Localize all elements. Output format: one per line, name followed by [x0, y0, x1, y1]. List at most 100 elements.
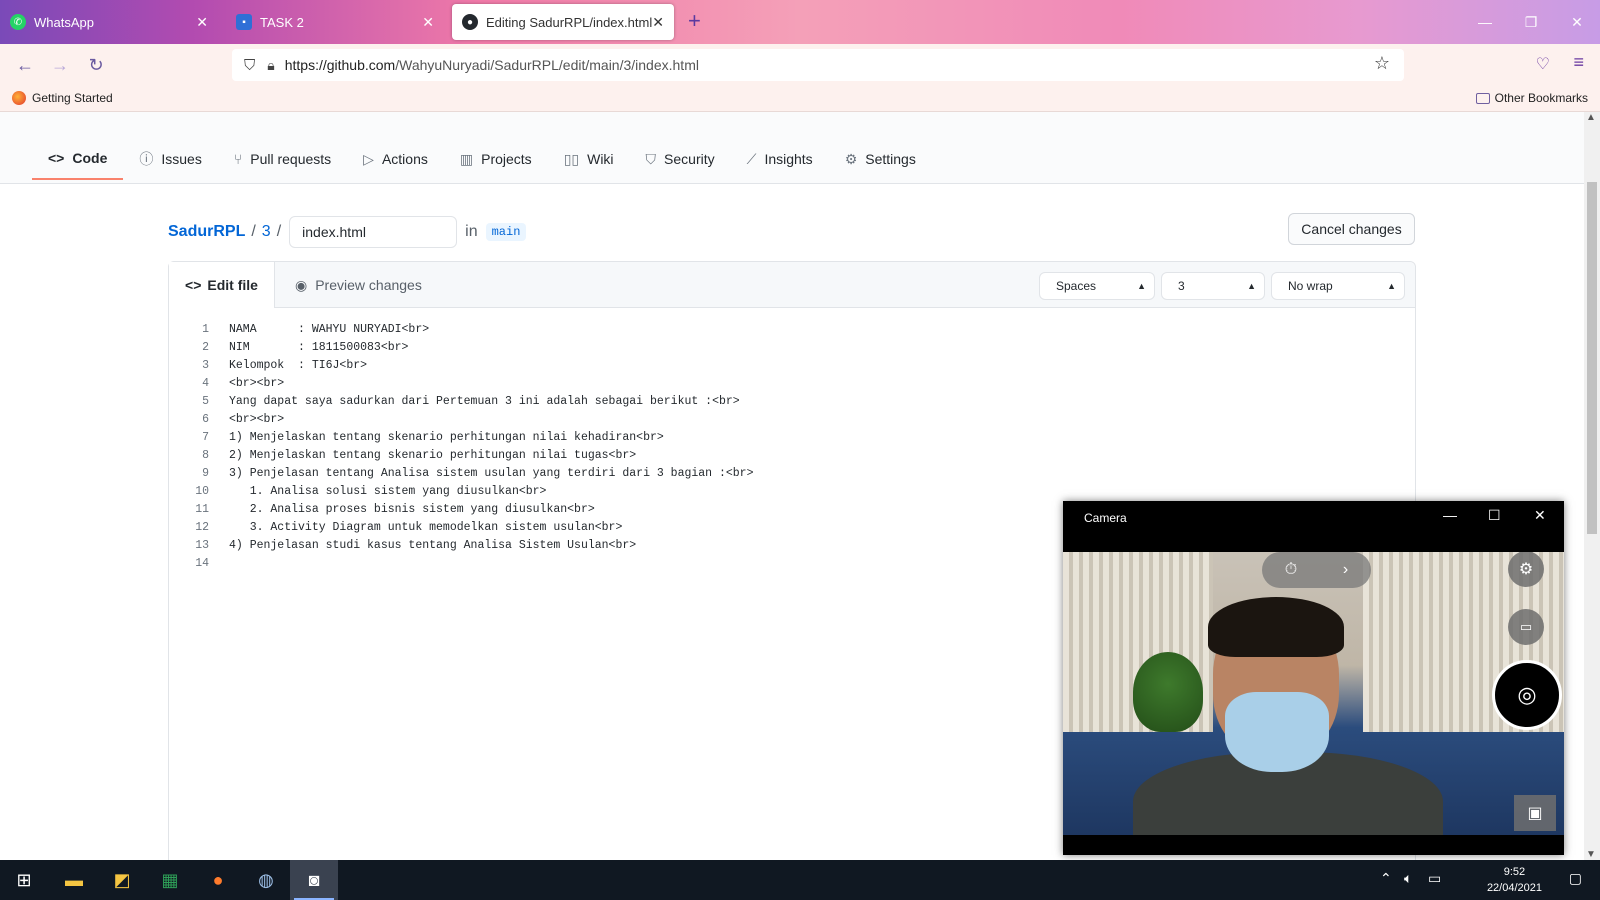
close-icon[interactable]: ✕ [652, 14, 664, 31]
camera-app-icon[interactable]: ◙ [290, 860, 338, 900]
minimize-icon[interactable]: — [1443, 507, 1457, 523]
code-line[interactable]: 4 <br><br> [169, 374, 754, 392]
settings-icon[interactable]: ⚙ [1508, 552, 1544, 587]
tab-task2[interactable]: ▪ TASK 2 ✕ [226, 4, 444, 40]
timer-icon[interactable]: ⏱ [1285, 561, 1297, 579]
bookmark-getting-started[interactable]: Getting Started [12, 91, 113, 105]
code-line[interactable]: 10 1. Analisa solusi sistem yang diusulk… [169, 482, 754, 500]
code-icon: <> [185, 277, 202, 293]
nav-label: Issues [161, 151, 202, 167]
select-arrows-icon: ▲ [1247, 281, 1256, 291]
new-tab-button[interactable]: + [688, 8, 701, 34]
bookmark-other[interactable]: Other Bookmarks [1475, 91, 1588, 105]
nav-label: Insights [764, 151, 813, 167]
code-line[interactable]: 2 NIM : 1811500083<br> [169, 338, 754, 356]
tab-security[interactable]: ⛉ Security [630, 138, 731, 180]
minimize-icon[interactable]: — [1462, 0, 1508, 44]
close-icon[interactable]: ✕ [422, 14, 434, 31]
pocket-icon[interactable]: ♡ [1536, 54, 1550, 74]
indent-mode-select[interactable]: Spaces ▲ [1039, 272, 1155, 300]
code-line[interactable]: 13 4) Penjelasan studi kasus tentang Anal… [169, 536, 754, 554]
tab-github-editing[interactable]: ● Editing SadurRPL/index.html at ✕ [452, 4, 674, 40]
timer-control[interactable]: ⏱ › [1262, 552, 1371, 588]
restore-icon[interactable]: ❐ [1508, 0, 1554, 44]
code-line[interactable]: 11 2. Analisa proses bisnis sistem yang … [169, 500, 754, 518]
code-line[interactable]: 1 NAMA : WAHYU NURYADI<br> [169, 320, 754, 338]
repo-link[interactable]: SadurRPL [168, 223, 245, 241]
github-icon: ● [462, 14, 478, 30]
select-value: No wrap [1288, 279, 1333, 293]
code-line[interactable]: 6 <br><br> [169, 410, 754, 428]
tab-insights[interactable]: ⟋ Insights [731, 138, 829, 180]
take-photo-button[interactable]: ◎ [1492, 660, 1562, 730]
forward-icon[interactable]: → [47, 52, 73, 78]
code-line[interactable]: 7 1) Menjelaskan tentang skenario perhitu… [169, 428, 754, 446]
code-line[interactable]: 5 Yang dapat saya sadurkan dari Pertemuan… [169, 392, 754, 410]
bookmark-star-icon[interactable]: ☆ [1374, 53, 1390, 74]
line-text: Kelompok : TI6J<br> [229, 358, 368, 372]
nav-label: Wiki [587, 151, 614, 167]
video-mode-icon[interactable]: ▭ [1508, 609, 1544, 645]
indent-size-select[interactable]: 3 ▲ [1161, 272, 1265, 300]
reload-icon[interactable]: ↻ [83, 52, 109, 78]
lock-icon[interactable]: 🔒︎ [267, 57, 274, 74]
code-line[interactable]: 12 3. Activity Diagram untuk memodelkan … [169, 518, 754, 536]
tab-wiki[interactable]: ▯▯ Wiki [548, 138, 630, 180]
scroll-thumb[interactable] [1587, 182, 1597, 534]
close-icon[interactable]: ✕ [196, 14, 208, 31]
code-area[interactable]: 1 NAMA : WAHYU NURYADI<br> 2 NIM : 18115000… [169, 320, 754, 572]
nav-label: Security [664, 151, 715, 167]
system-clock[interactable]: 9:52 22/04/2021 [1487, 864, 1542, 896]
network-icon[interactable]: ▭ [1428, 870, 1441, 887]
code-line[interactable]: 14 [169, 554, 754, 572]
menu-icon[interactable]: ≡ [1573, 52, 1584, 73]
line-number: 13 [195, 538, 209, 552]
chevron-right-icon[interactable]: › [1343, 561, 1348, 579]
close-window-icon[interactable]: ✕ [1554, 0, 1600, 44]
tab-edit-file[interactable]: <> Edit file [169, 262, 275, 308]
bookmark-label: Other Bookmarks [1494, 91, 1588, 105]
tab-label: WhatsApp [34, 14, 94, 30]
filename-input[interactable]: index.html [289, 216, 458, 248]
scroll-down-icon[interactable]: ▼ [1586, 849, 1596, 860]
tab-projects[interactable]: ▥ Projects [444, 138, 548, 180]
gallery-icon[interactable]: ▣ [1514, 795, 1556, 831]
editor-header: <> Edit file ◉ Preview changes Spaces ▲ 3 ▲ … [169, 262, 1415, 308]
tab-whatsapp[interactable]: ✆ WhatsApp ✕ [0, 4, 218, 40]
url-text[interactable]: https://github.com/WahyuNuryadi/SadurRPL… [285, 57, 699, 73]
shield-icon[interactable]: ⛉ [244, 57, 255, 74]
wrap-mode-select[interactable]: No wrap ▲ [1271, 272, 1405, 300]
page-scrollbar[interactable]: ▲ ▼ [1584, 112, 1600, 860]
sticky-app-icon[interactable]: ◩ [98, 860, 146, 900]
tab-settings[interactable]: ⚙ Settings [829, 138, 932, 180]
app-icon[interactable]: ◍ [242, 860, 290, 900]
graph-icon: ⟋ [746, 150, 757, 167]
window-controls: — ❐ ✕ [1462, 0, 1600, 44]
cancel-changes-button[interactable]: Cancel changes [1288, 213, 1415, 245]
url-bar[interactable]: ⛉ 🔒︎ https://github.com/WahyuNuryadi/Sad… [232, 49, 1404, 81]
volume-icon[interactable]: 🔈︎ [1404, 870, 1412, 887]
code-line[interactable]: 3 Kelompok : TI6J<br> [169, 356, 754, 374]
excel-icon[interactable]: ▦ [146, 860, 194, 900]
line-text: NIM : 1811500083<br> [229, 340, 409, 354]
maximize-icon[interactable]: ☐ [1488, 507, 1501, 524]
tab-code[interactable]: <> Code [32, 138, 124, 180]
folder-link[interactable]: 3 [262, 223, 271, 241]
notifications-icon[interactable]: ▢ [1569, 870, 1582, 887]
firefox-icon[interactable]: ● [194, 860, 242, 900]
chevron-up-icon[interactable]: ⌃ [1380, 870, 1392, 887]
code-line[interactable]: 9 3) Penjelasan tentang Analisa sistem us… [169, 464, 753, 482]
line-number: 10 [195, 484, 209, 498]
tab-issues[interactable]: ⓘ Issues [123, 138, 217, 180]
scroll-up-icon[interactable]: ▲ [1586, 112, 1596, 123]
tab-pull-requests[interactable]: ⑂ Pull requests [218, 138, 347, 180]
windows-start-icon[interactable]: ⊞ [0, 860, 48, 900]
back-icon[interactable]: ← [12, 52, 38, 78]
code-line[interactable]: 8 2) Menjelaskan tentang skenario perhitu… [169, 446, 754, 464]
file-explorer-icon[interactable]: ▬ [50, 860, 98, 900]
tab-preview-changes[interactable]: ◉ Preview changes [295, 262, 422, 308]
tab-actions[interactable]: ▷ Actions [347, 138, 444, 180]
breadcrumb: SadurRPL / 3 / index.html in main [168, 216, 527, 248]
tab-label: Editing SadurRPL/index.html at [486, 14, 654, 30]
close-icon[interactable]: ✕ [1534, 507, 1546, 524]
